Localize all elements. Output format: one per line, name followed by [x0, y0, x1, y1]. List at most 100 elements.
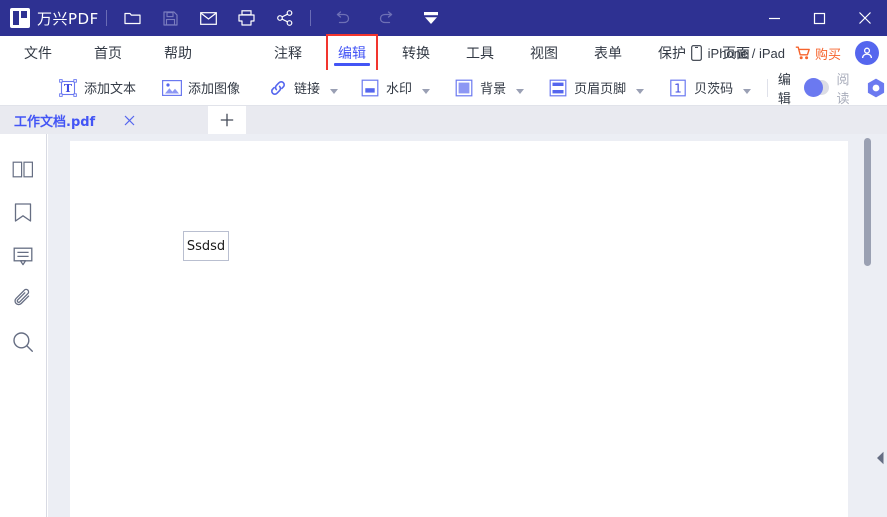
print-icon[interactable]	[232, 3, 262, 33]
menu-bar: 文件 首页 帮助 注释 编辑 转换 工具 视图 表单 保护 页面 iPhone …	[0, 34, 887, 72]
add-image-icon	[162, 78, 183, 98]
main-body: Ssdsd	[0, 134, 887, 517]
new-tab-button[interactable]	[208, 106, 246, 134]
add-image-label: 添加图像	[188, 82, 241, 97]
header-footer-button[interactable]: 页眉页脚	[542, 70, 650, 106]
right-panel-collapse-arrow[interactable]	[875, 451, 885, 465]
sidebar-item-bookmark[interactable]	[11, 201, 35, 225]
menu-item-view[interactable]: 视图	[520, 36, 568, 70]
menu-item-tools[interactable]: 工具	[456, 36, 504, 70]
share-icon[interactable]	[270, 3, 300, 33]
titlebar-divider-1	[105, 10, 107, 26]
menu-item-home[interactable]: 首页	[84, 36, 132, 70]
app-logo-icon	[10, 8, 30, 28]
watermark-label: 水印	[386, 82, 413, 97]
comment-icon	[13, 247, 33, 265]
menu-group-right: 注释 编辑 转换 工具 视图 表单 保护 页面	[264, 34, 760, 72]
toolbar-divider	[767, 78, 768, 97]
menu-item-annotate[interactable]: 注释	[264, 36, 312, 70]
bates-numbering-label: 贝茨码	[694, 82, 734, 97]
app-brand: 万兴PDF	[0, 8, 99, 29]
search-icon	[13, 332, 33, 352]
buy-button[interactable]: 购买	[795, 44, 841, 63]
header-footer-dropdown-caret[interactable]	[636, 88, 645, 94]
email-icon[interactable]	[194, 3, 224, 33]
add-text-icon: T	[58, 78, 78, 98]
add-image-button[interactable]: 添加图像	[156, 70, 246, 106]
sidebar-item-comment[interactable]	[11, 244, 35, 268]
maximize-button[interactable]	[797, 0, 842, 36]
minimize-button[interactable]	[752, 0, 797, 36]
mode-toggle[interactable]	[804, 78, 829, 97]
titlebar-divider-2	[309, 10, 311, 26]
bookmark-icon	[14, 203, 32, 222]
watermark-icon	[360, 78, 380, 98]
add-text-label: 添加文本	[84, 82, 137, 97]
bates-numbering-icon: 1	[668, 78, 688, 98]
window-controls	[752, 0, 887, 36]
phone-icon	[690, 45, 702, 61]
open-folder-icon[interactable]	[118, 3, 148, 33]
edit-toolbar: T 添加文本 添加图像 链接 水印 背景 页眉页脚 1 贝茨码 编辑 阅读	[0, 70, 887, 106]
app-window: 万兴PDF 文件 首页 帮助 注释 编辑 转换 工具 视图 表单 保护 页面 i…	[0, 0, 887, 517]
user-avatar[interactable]	[855, 41, 879, 65]
menu-item-help[interactable]: 帮助	[154, 36, 202, 70]
document-tab-bar: 工作文档.pdf	[0, 106, 887, 134]
title-bar: 万兴PDF	[0, 0, 887, 36]
background-button[interactable]: 背景	[448, 70, 530, 106]
vertical-scrollbar-thumb[interactable]	[864, 138, 871, 266]
save-icon[interactable]	[156, 3, 186, 33]
link-icon	[268, 78, 288, 98]
redo-icon[interactable]	[372, 3, 402, 33]
sidebar-item-thumbnails[interactable]	[11, 158, 35, 182]
thumbnails-icon	[12, 161, 33, 178]
document-tab-title: 工作文档.pdf	[14, 114, 96, 130]
watermark-dropdown-caret[interactable]	[422, 88, 431, 94]
sidebar-item-search[interactable]	[11, 330, 35, 354]
mobile-app-link[interactable]: iPhone / iPad	[690, 45, 785, 61]
pdf-text-object[interactable]: Ssdsd	[183, 231, 229, 261]
buy-label: 购买	[814, 46, 841, 62]
tab-close-icon[interactable]	[121, 112, 137, 128]
link-label: 链接	[294, 82, 321, 97]
close-button[interactable]	[842, 0, 887, 36]
document-tab[interactable]: 工作文档.pdf	[0, 106, 208, 134]
customize-toolbar-icon[interactable]	[416, 3, 446, 33]
pdf-page[interactable]: Ssdsd	[70, 141, 848, 517]
cart-icon	[795, 46, 810, 60]
app-title: 万兴PDF	[37, 9, 99, 28]
attachment-icon	[14, 288, 30, 306]
menu-item-file[interactable]: 文件	[14, 36, 62, 70]
svg-text:T: T	[64, 82, 73, 95]
menu-item-edit[interactable]: 编辑	[326, 34, 378, 72]
mode-edit-label: 编辑	[777, 71, 791, 106]
mode-read-label: 阅读	[836, 71, 850, 106]
svg-text:1: 1	[674, 81, 682, 95]
menu-item-form[interactable]: 表单	[584, 36, 632, 70]
background-label: 背景	[480, 82, 507, 97]
titlebar-history-actions	[328, 3, 446, 33]
mode-switcher: 编辑 阅读	[778, 69, 855, 107]
user-icon	[861, 47, 873, 59]
bates-numbering-button[interactable]: 1 贝茨码	[662, 70, 757, 106]
watermark-button[interactable]: 水印	[354, 70, 436, 106]
header-footer-label: 页眉页脚	[574, 82, 627, 97]
sidebar-item-attachment[interactable]	[11, 287, 35, 311]
menu-item-convert[interactable]: 转换	[392, 36, 440, 70]
document-canvas: Ssdsd	[48, 134, 887, 517]
menu-group-left: 文件 首页 帮助	[0, 36, 202, 70]
add-text-button[interactable]: T 添加文本	[52, 70, 142, 106]
hex-settings-icon[interactable]	[865, 76, 887, 100]
undo-icon[interactable]	[328, 3, 358, 33]
background-dropdown-caret[interactable]	[516, 88, 525, 94]
background-icon	[454, 78, 474, 98]
link-button[interactable]: 链接	[262, 70, 344, 106]
left-sidebar	[0, 134, 47, 517]
bates-numbering-dropdown-caret[interactable]	[743, 88, 752, 94]
link-dropdown-caret[interactable]	[330, 88, 339, 94]
titlebar-quick-actions	[118, 3, 300, 33]
menu-bar-right-actions: iPhone / iPad 购买	[690, 36, 879, 70]
menu-item-protect[interactable]: 保护	[648, 36, 696, 70]
header-footer-icon	[548, 78, 568, 98]
mode-toggle-knob	[804, 78, 824, 97]
